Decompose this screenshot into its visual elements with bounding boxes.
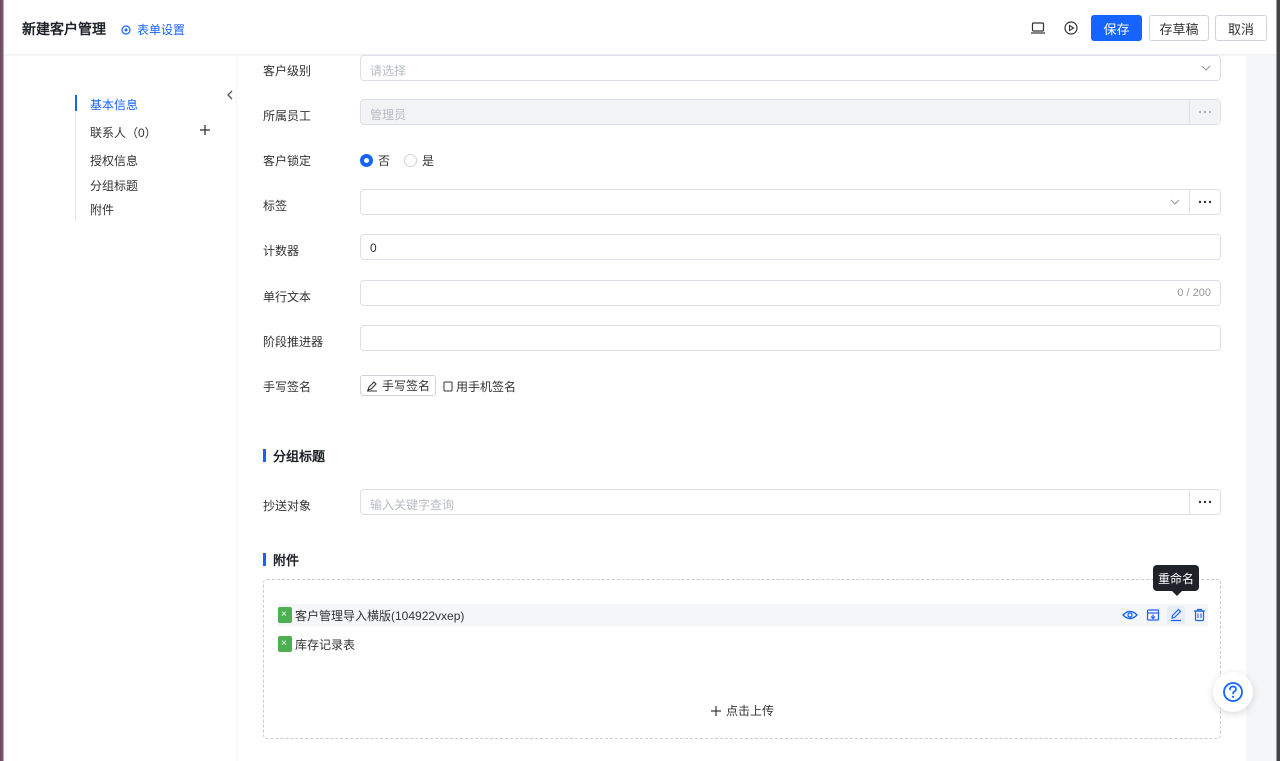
attachments-title-text: 附件 — [273, 553, 300, 568]
cc-more-button[interactable] — [1189, 490, 1220, 514]
cc-search-input[interactable]: 输入关键字查询 — [360, 489, 1221, 515]
excel-file-icon — [278, 607, 292, 623]
phone-icon — [443, 381, 453, 392]
cc-placeholder: 输入关键字查询 — [370, 498, 455, 512]
file-item[interactable]: 客户管理导入横版(104922vxep) — [278, 604, 1208, 626]
counter-value: 0 — [370, 241, 377, 255]
page-header: 新建客户管理 表单设置 保存 存草稿 取消 — [4, 0, 1276, 55]
sidebar: 基本信息 联系人（0） 授权信息 分组标题 附件 — [4, 56, 236, 761]
desktop-preview-icon[interactable] — [1030, 20, 1046, 36]
chevron-down-icon — [1201, 65, 1211, 71]
nav-item-basic-info[interactable]: 基本信息 — [90, 96, 138, 113]
group-section-title: 分组标题 — [263, 446, 325, 465]
tags-select[interactable] — [360, 189, 1221, 215]
preview-eye-icon[interactable] — [1121, 606, 1139, 624]
gear-icon — [121, 24, 131, 35]
save-button[interactable]: 保存 — [1091, 15, 1142, 41]
radio-unchecked-icon — [404, 154, 417, 167]
single-text-label: 单行文本 — [263, 290, 312, 304]
nav-item-auth-info[interactable]: 授权信息 — [90, 152, 138, 169]
attachment-dropzone[interactable]: 客户管理导入横版(104922vxep) 库存记录表 点击上传 — [263, 579, 1221, 739]
single-text-input[interactable]: 0 / 200 — [360, 280, 1221, 306]
tags-more-button[interactable] — [1189, 190, 1220, 214]
upload-button[interactable]: 点击上传 — [711, 702, 774, 719]
cc-label: 抄送对象 — [263, 499, 312, 513]
chevron-down-icon — [1170, 199, 1180, 205]
tags-label: 标签 — [263, 199, 288, 213]
handwrite-signature-button[interactable]: 手写签名 — [360, 375, 436, 396]
question-mark-icon — [1223, 682, 1243, 702]
level-label: 客户级别 — [263, 64, 312, 78]
file-name: 库存记录表 — [295, 637, 356, 652]
employee-field: 管理员 — [360, 99, 1221, 125]
radio-checked-icon — [360, 154, 373, 167]
nav-item-contacts[interactable]: 联系人（0） — [90, 124, 157, 141]
file-actions — [1116, 604, 1208, 626]
more-dots-icon — [1198, 110, 1212, 114]
lock-label: 客户锁定 — [263, 154, 312, 168]
more-dots-icon — [1198, 500, 1212, 504]
stage-label: 阶段推进器 — [263, 335, 324, 349]
lock-option-no[interactable]: 否 — [360, 152, 390, 169]
form-settings-label: 表单设置 — [137, 23, 186, 37]
more-dots-icon — [1198, 200, 1212, 204]
pen-icon — [366, 380, 377, 391]
delete-trash-icon[interactable] — [1190, 606, 1208, 624]
rename-edit-icon[interactable] — [1167, 606, 1185, 624]
rename-tooltip: 重命名 — [1153, 565, 1199, 596]
group-title-text: 分组标题 — [273, 449, 326, 464]
phone-signature-label: 用手机签名 — [456, 380, 517, 394]
excel-file-icon — [278, 636, 292, 652]
page-title: 新建客户管理 — [22, 21, 106, 37]
play-preview-icon[interactable] — [1063, 20, 1079, 36]
nav-item-attachments[interactable]: 附件 — [90, 201, 114, 218]
file-name: 客户管理导入横版(104922vxep) — [295, 608, 465, 623]
upload-label: 点击上传 — [726, 704, 775, 718]
lock-option-no-label: 否 — [378, 154, 391, 168]
employee-label: 所属员工 — [263, 109, 312, 123]
nav-active-indicator — [75, 95, 77, 111]
plus-icon — [711, 705, 721, 716]
nav-item-group-title[interactable]: 分组标题 — [90, 177, 138, 194]
counter-input[interactable]: 0 — [360, 234, 1221, 260]
form-settings-link[interactable]: 表单设置 — [120, 21, 185, 38]
handwrite-signature-label: 手写签名 — [381, 379, 430, 393]
download-icon[interactable] — [1144, 606, 1162, 624]
attachments-section-title: 附件 — [263, 550, 299, 569]
signature-label: 手写签名 — [263, 380, 312, 394]
level-placeholder: 请选择 — [370, 64, 407, 78]
add-contact-icon[interactable] — [199, 124, 211, 136]
cancel-button[interactable]: 取消 — [1215, 15, 1267, 41]
stage-input[interactable] — [360, 325, 1221, 351]
level-select[interactable]: 请选择 — [360, 55, 1221, 81]
file-item[interactable]: 库存记录表 — [278, 633, 1208, 655]
counter-label: 计数器 — [263, 244, 300, 258]
help-button[interactable] — [1213, 672, 1253, 712]
employee-more-button[interactable] — [1189, 100, 1220, 124]
lock-option-yes[interactable]: 是 — [404, 152, 434, 169]
save-draft-button[interactable]: 存草稿 — [1149, 15, 1209, 41]
lock-option-yes-label: 是 — [422, 154, 435, 168]
char-count: 0 / 200 — [1177, 287, 1211, 299]
phone-signature-button[interactable]: 用手机签名 — [443, 378, 516, 395]
employee-value: 管理员 — [370, 108, 407, 122]
section-nav: 基本信息 联系人（0） 授权信息 分组标题 附件 — [75, 93, 225, 221]
collapse-sidebar-icon[interactable] — [224, 86, 236, 104]
